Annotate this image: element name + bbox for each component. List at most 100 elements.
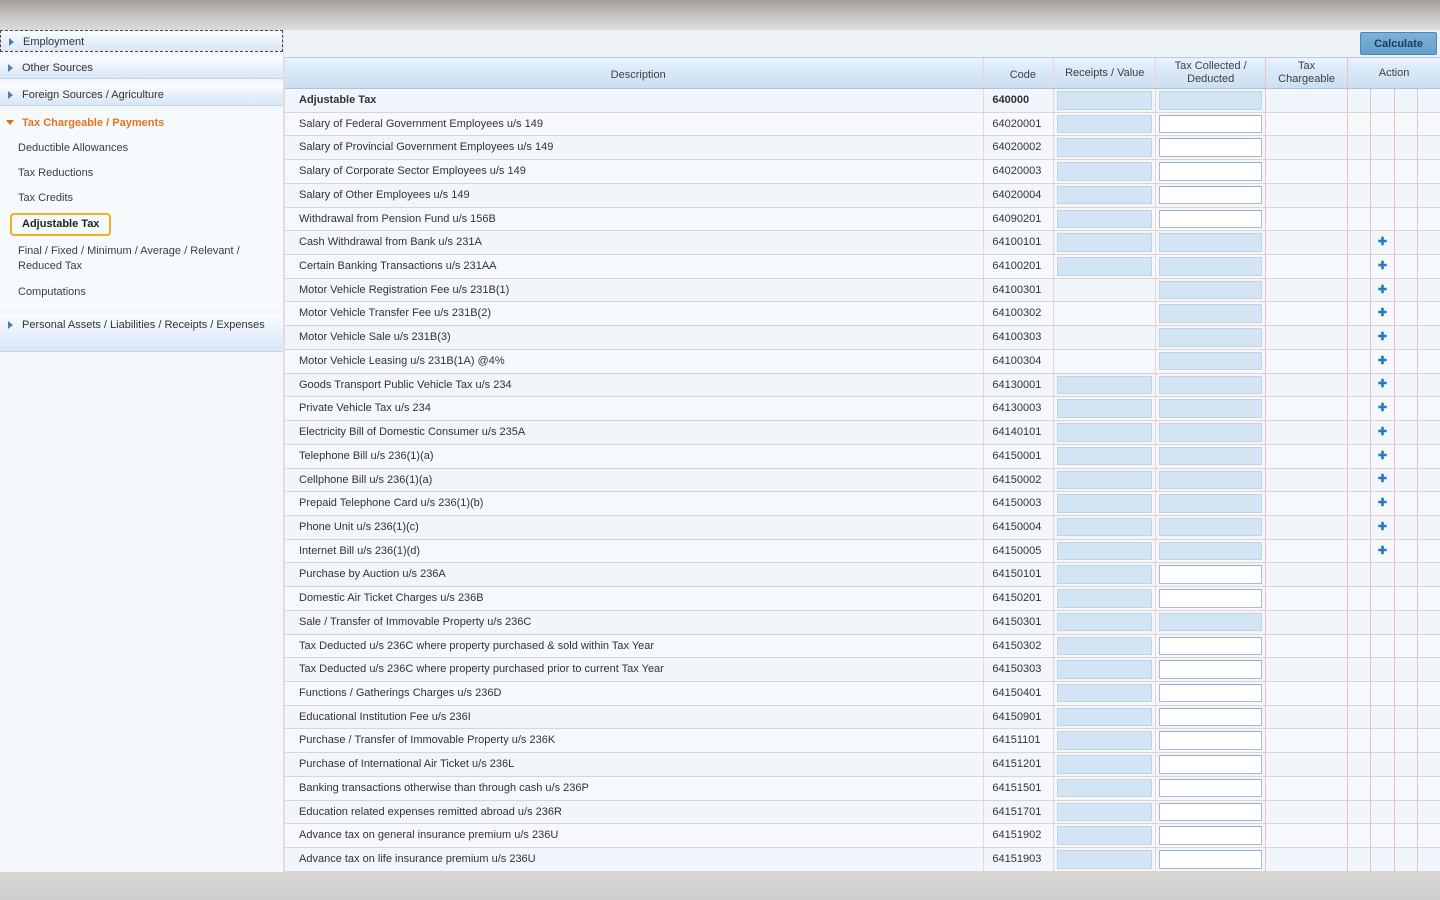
tax-return-app: Employment Other Sources Foreign Sources… [0,30,1440,872]
action-cell: ✚ [1371,540,1394,563]
tax-chargeable-cell [1266,231,1348,254]
add-entry-button[interactable]: ✚ [1378,474,1387,485]
tax-collected-input[interactable] [1159,210,1262,229]
action-cell [1418,350,1440,373]
tax-collected-input[interactable] [1159,589,1262,608]
add-entry-button[interactable]: ✚ [1378,261,1387,272]
sidebar-item-tax-credits[interactable]: Tax Credits [0,185,283,210]
receipts-value-input [1057,637,1152,656]
add-entry-button[interactable]: ✚ [1378,403,1387,414]
add-entry-button[interactable]: ✚ [1378,308,1387,319]
sidebar-item-tax-chargeable-payments[interactable]: Tax Chargeable / Payments [0,111,283,135]
action-cell [1395,706,1418,729]
action-cell [1418,611,1440,634]
row-code: 64151701 [992,806,1041,818]
add-entry-button[interactable]: ✚ [1378,522,1387,533]
receipts-value-input [1057,542,1152,561]
tax-collected-input [1159,328,1262,347]
add-entry-button[interactable]: ✚ [1378,356,1387,367]
row-code: 64151201 [992,758,1041,770]
add-entry-button[interactable]: ✚ [1378,237,1387,248]
tax-chargeable-cell [1266,658,1348,681]
calculate-button[interactable]: Calculate [1360,32,1437,55]
row-description: Purchase / Transfer of Immovable Propert… [299,734,555,746]
main-content: Calculate Description Code Receipts / Va… [284,30,1440,872]
sidebar-item-computations[interactable]: Computations [0,279,283,304]
table-row: Motor Vehicle Registration Fee u/s 231B(… [285,279,1440,303]
tax-collected-input[interactable] [1159,162,1262,181]
tax-collected-input[interactable] [1159,115,1262,134]
row-code: 64151903 [992,853,1041,865]
action-cell [1395,89,1418,112]
row-code: 64151501 [992,782,1041,794]
add-entry-button[interactable]: ✚ [1378,427,1387,438]
tax-chargeable-cell [1266,397,1348,420]
row-code: 64150901 [992,711,1041,723]
tax-collected-input[interactable] [1159,565,1262,584]
tax-collected-input[interactable] [1159,850,1262,869]
tax-collected-input [1159,376,1262,395]
sidebar-item-foreign-sources[interactable]: Foreign Sources / Agriculture [0,84,283,106]
sidebar-item-deductible-allowances[interactable]: Deductible Allowances [0,135,283,160]
action-cell [1418,801,1440,824]
chevron-down-icon [6,120,14,125]
receipts-value-input [1057,708,1152,727]
sidebar-item-adjustable-tax[interactable]: Adjustable Tax [0,210,283,239]
table-row: Domestic Air Ticket Charges u/s 236B 641… [285,587,1440,611]
tax-collected-input[interactable] [1159,684,1262,703]
table-row: Purchase / Transfer of Immovable Propert… [285,729,1440,753]
receipts-value-input [1057,613,1152,632]
tax-chargeable-cell [1266,208,1348,231]
tax-collected-input[interactable] [1159,731,1262,750]
row-description: Certain Banking Transactions u/s 231AA [299,260,497,272]
sidebar-item-tax-reductions[interactable]: Tax Reductions [0,160,283,185]
row-code: 64100302 [992,307,1041,319]
receipts-value-input [1057,518,1152,537]
tax-collected-input[interactable] [1159,779,1262,798]
sidebar-item-employment[interactable]: Employment [0,30,283,52]
table-row: Telephone Bill u/s 236(1)(a) 64150001 ✚ [285,445,1440,469]
action-cell [1395,848,1418,871]
add-entry-button[interactable]: ✚ [1378,332,1387,343]
row-code: 64150101 [992,568,1041,580]
tax-collected-input[interactable] [1159,138,1262,157]
tax-collected-input[interactable] [1159,755,1262,774]
action-cell [1371,184,1394,207]
table-row: Purchase of International Air Ticket u/s… [285,753,1440,777]
tax-collected-input [1159,399,1262,418]
action-cell [1418,421,1440,444]
action-cell [1395,516,1418,539]
tax-collected-input[interactable] [1159,637,1262,656]
tax-chargeable-cell [1266,706,1348,729]
action-cell [1371,706,1394,729]
action-cell: ✚ [1371,445,1394,468]
tax-chargeable-cell [1266,89,1348,112]
action-cell [1348,231,1371,254]
action-cell [1348,136,1371,159]
tax-collected-input[interactable] [1159,803,1262,822]
receipts-value-input [1057,423,1152,442]
receipts-value-input [1057,731,1152,750]
tax-collected-input[interactable] [1159,186,1262,205]
row-description: Goods Transport Public Vehicle Tax u/s 2… [299,379,512,391]
table-row: Salary of Provincial Government Employee… [285,136,1440,160]
action-cell [1418,587,1440,610]
action-cell [1395,113,1418,136]
row-description: Tax Deducted u/s 236C where property pur… [299,640,654,652]
sidebar-item-other-sources[interactable]: Other Sources [0,57,283,79]
add-entry-button[interactable]: ✚ [1378,285,1387,296]
add-entry-button[interactable]: ✚ [1378,451,1387,462]
add-entry-button[interactable]: ✚ [1378,546,1387,557]
sidebar-item-final-fixed-minimum[interactable]: Final / Fixed / Minimum / Average / Rele… [0,239,283,279]
tax-collected-input[interactable] [1159,708,1262,727]
action-cell [1371,729,1394,752]
tax-collected-input[interactable] [1159,660,1262,679]
add-entry-button[interactable]: ✚ [1378,379,1387,390]
sidebar-item-personal-assets[interactable]: Personal Assets / Liabilities / Receipts… [0,314,283,352]
add-entry-button[interactable]: ✚ [1378,498,1387,509]
action-cell [1418,208,1440,231]
action-cell [1395,350,1418,373]
table-row: Certain Banking Transactions u/s 231AA 6… [285,255,1440,279]
tax-collected-input[interactable] [1159,826,1262,845]
action-cell [1348,635,1371,658]
